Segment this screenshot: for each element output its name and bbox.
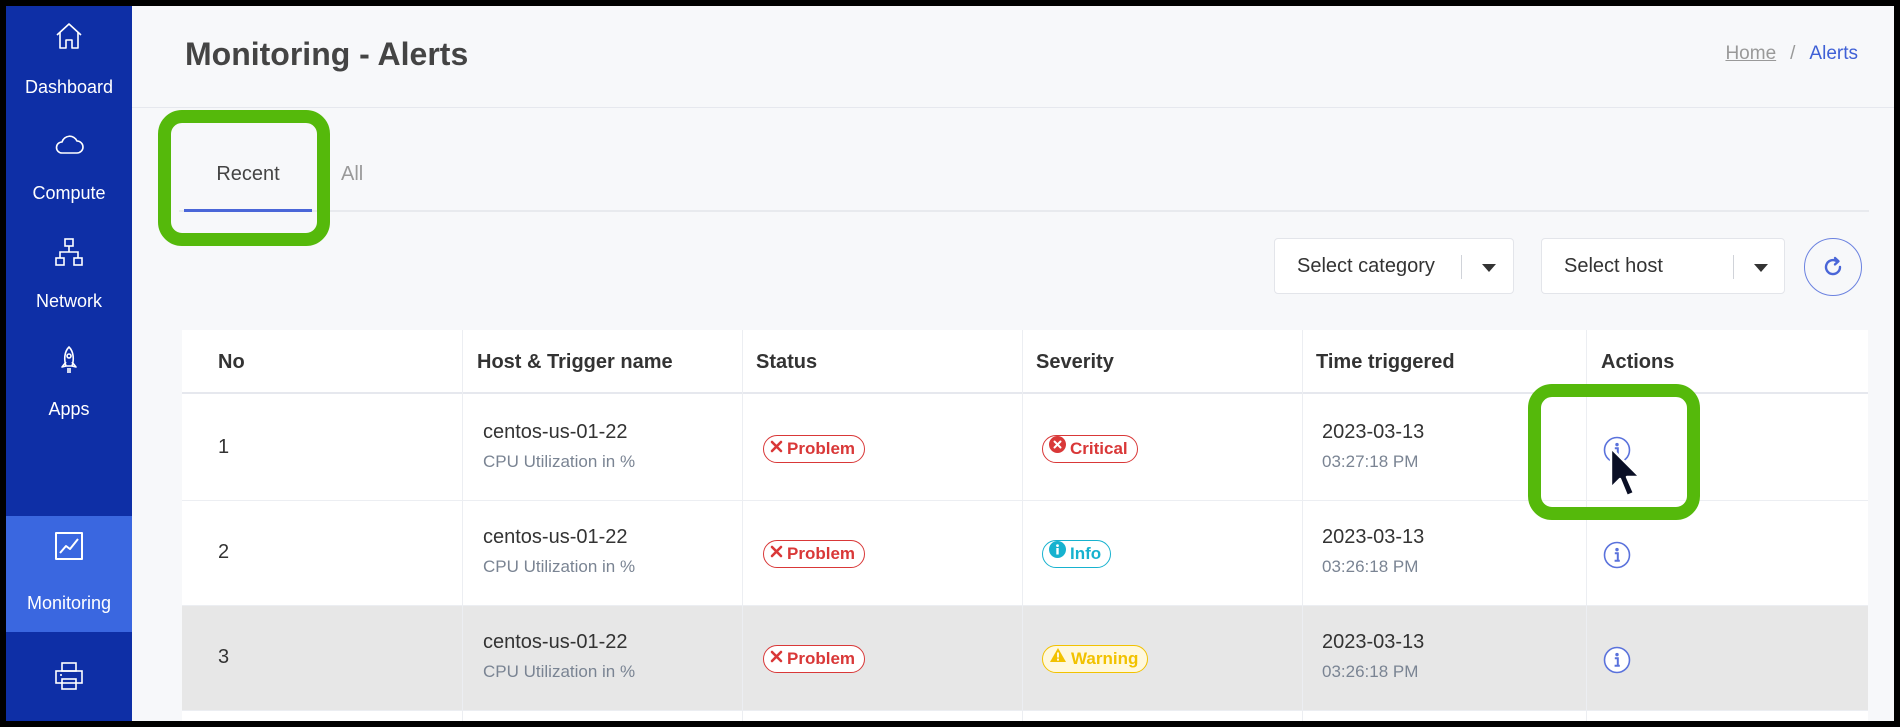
select-divider (1733, 255, 1734, 279)
sidebar-item-monitoring[interactable]: Monitoring (6, 516, 132, 632)
alert-info-button[interactable] (1603, 541, 1631, 569)
row-number: 3 (218, 646, 230, 668)
x-icon (770, 540, 783, 565)
warning-triangle-icon (1049, 645, 1067, 670)
cloud-icon (55, 135, 84, 154)
severity-badge-label: Info (1070, 544, 1102, 563)
alert-info-button[interactable] (1603, 436, 1631, 464)
severity-badge: Info (1042, 540, 1112, 568)
info-circle-icon (1603, 436, 1631, 464)
severity-badge: Critical (1042, 435, 1138, 463)
select-divider (1461, 255, 1462, 279)
column-header-severity: Severity (1036, 351, 1114, 373)
trigger-time: 03:26:18 PM (1322, 557, 1419, 576)
tab-bar: Recent All (179, 136, 1869, 212)
breadcrumb-home-link[interactable]: Home (1725, 43, 1776, 64)
table-row: 2 centos-us-01-22 CPU Utilization in % P… (182, 501, 1868, 606)
column-divider (1302, 330, 1303, 721)
status-badge: Problem (763, 435, 866, 463)
severity-badge: Warning (1042, 645, 1149, 673)
breadcrumb-separator: / (1790, 43, 1796, 64)
status-badge-label: Problem (787, 544, 856, 563)
table-row: 3 centos-us-01-22 CPU Utilization in % P… (182, 606, 1868, 711)
info-circle-icon (1603, 646, 1631, 674)
app-frame: Dashboard Compute Network Apps Monitorin… (6, 6, 1894, 721)
alert-info-button[interactable] (1603, 646, 1631, 674)
category-select[interactable]: Select category (1274, 238, 1514, 294)
trigger-time: 03:26:18 PM (1322, 662, 1419, 681)
column-divider (742, 330, 743, 721)
trigger-date: 2023-03-13 (1322, 526, 1425, 548)
tab-all[interactable]: All (341, 136, 363, 212)
trigger-date: 2023-03-13 (1322, 421, 1425, 443)
chevron-down-icon (1482, 264, 1496, 272)
x-icon (770, 435, 783, 460)
page-title: Monitoring - Alerts (185, 36, 469, 72)
host-name: centos-us-01-22 (483, 526, 628, 548)
column-header-status: Status (756, 351, 818, 373)
info-circle-icon (1603, 541, 1631, 569)
sidebar-item-compute[interactable]: Compute (6, 114, 132, 230)
sidebar-item-label: Dashboard (24, 77, 114, 97)
sidebar-item-label: Compute (32, 183, 106, 203)
x-circle-icon (1049, 435, 1066, 460)
column-header-actions: Actions (1601, 351, 1675, 373)
table-row: 1 centos-us-01-22 CPU Utilization in % P… (182, 396, 1868, 501)
sidebar-item-dashboard[interactable]: Dashboard (6, 6, 132, 122)
network-icon (55, 238, 83, 266)
severity-badge-label: Warning (1071, 649, 1139, 668)
trigger-name: CPU Utilization in % (483, 452, 636, 471)
host-name: centos-us-01-22 (483, 421, 628, 443)
sidebar-item-label: Network (35, 291, 102, 311)
trigger-date: 2023-03-13 (1322, 631, 1425, 653)
printer-icon (55, 662, 83, 690)
refresh-icon (1824, 256, 1842, 276)
refresh-button[interactable] (1804, 238, 1862, 296)
column-divider (1586, 330, 1587, 721)
column-header-host: Host & Trigger name (477, 351, 673, 373)
column-divider (1022, 330, 1023, 721)
status-badge-label: Problem (787, 439, 856, 458)
sidebar-item-apps[interactable]: Apps (6, 330, 132, 446)
alerts-table: No Host & Trigger name Status Severity T… (182, 330, 1868, 721)
table-header: No Host & Trigger name Status Severity T… (182, 330, 1868, 394)
sidebar-item-label: Apps (48, 399, 90, 419)
trigger-name: CPU Utilization in % (483, 557, 636, 576)
column-divider (462, 330, 463, 721)
sidebar-item-network[interactable]: Network (6, 222, 132, 338)
column-header-time: Time triggered (1316, 351, 1455, 373)
sidebar-item-print[interactable] (6, 646, 132, 721)
info-circle-icon (1049, 540, 1066, 565)
column-header-no: No (218, 351, 245, 373)
sidebar-item-label: Monitoring (26, 593, 112, 613)
tab-recent[interactable]: Recent (184, 136, 312, 212)
row-number: 1 (218, 436, 230, 458)
chevron-down-icon (1754, 264, 1768, 272)
host-select[interactable]: Select host (1541, 238, 1785, 294)
status-badge: Problem (763, 540, 866, 568)
sidebar: Dashboard Compute Network Apps Monitorin… (6, 6, 132, 721)
x-icon (770, 645, 783, 670)
home-icon (56, 23, 82, 49)
host-name: centos-us-01-22 (483, 631, 628, 653)
category-select-value: Select category (1297, 255, 1435, 277)
host-select-value: Select host (1564, 255, 1663, 277)
breadcrumb-current: Alerts (1809, 43, 1858, 64)
page-header: Monitoring - Alerts Home / Alerts (132, 6, 1894, 108)
chart-line-icon (55, 532, 83, 560)
row-number: 2 (218, 541, 230, 563)
breadcrumb: Home / Alerts (1725, 43, 1858, 65)
severity-badge-label: Critical (1070, 439, 1128, 458)
status-badge: Problem (763, 645, 866, 673)
trigger-name: CPU Utilization in % (483, 662, 636, 681)
status-badge-label: Problem (787, 649, 856, 668)
trigger-time: 03:27:18 PM (1322, 452, 1419, 471)
rocket-icon (61, 346, 77, 373)
